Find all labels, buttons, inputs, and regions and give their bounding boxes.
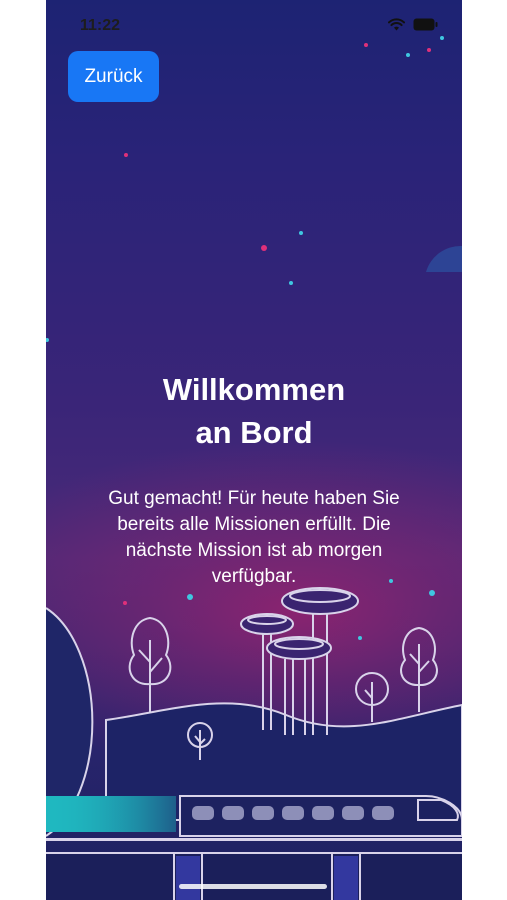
- welcome-title-line1: Willkommen: [162, 372, 346, 407]
- tree-small-right: [355, 672, 389, 722]
- screen: 11:22 Zurück Willkommen an Bord Gut gema…: [46, 0, 462, 900]
- back-button[interactable]: Zurück: [68, 51, 159, 102]
- track: [46, 838, 462, 900]
- home-indicator[interactable]: [179, 884, 327, 889]
- welcome-title-line2: an Bord: [195, 415, 313, 450]
- planet-shape: [426, 245, 462, 272]
- welcome-message: Gut gemacht! Für heute haben Sie bereits…: [108, 488, 400, 587]
- tree-left: [128, 616, 172, 712]
- train: [179, 795, 462, 837]
- welcome-title: Willkommen an Bord: [46, 368, 462, 454]
- tree-right: [400, 626, 438, 712]
